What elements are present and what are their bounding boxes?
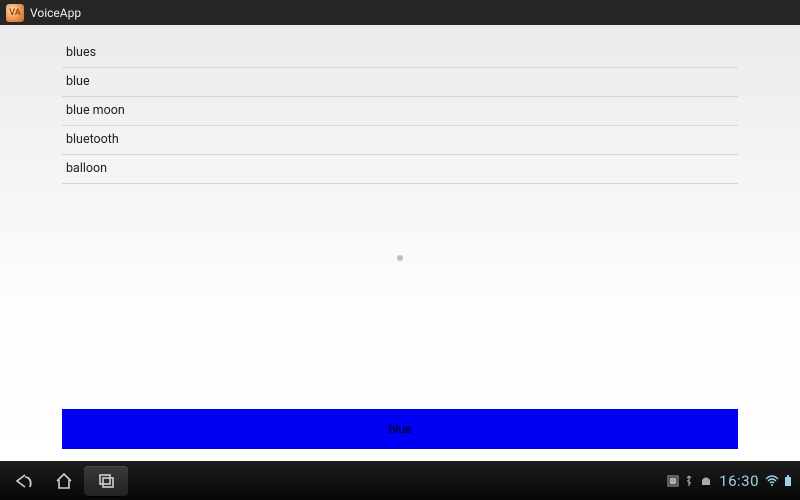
usb-icon — [684, 475, 694, 487]
list-item[interactable]: blue moon — [62, 97, 738, 126]
status-tray-right[interactable] — [765, 475, 792, 487]
results-list: blues blue blue moon bluetooth balloon — [62, 39, 738, 184]
home-button[interactable] — [44, 465, 84, 497]
action-bar: VA VoiceApp — [0, 0, 800, 25]
result-bar[interactable]: blue — [62, 409, 738, 449]
result-bar-label: blue — [389, 422, 412, 436]
back-button[interactable] — [4, 465, 44, 497]
home-icon — [55, 473, 73, 489]
recent-apps-button[interactable] — [84, 466, 128, 496]
list-item[interactable]: blue — [62, 68, 738, 97]
status-tray[interactable] — [667, 475, 713, 487]
list-item[interactable]: bluetooth — [62, 126, 738, 155]
screenshot-icon — [667, 475, 679, 487]
wifi-icon — [765, 475, 779, 487]
list-item[interactable]: balloon — [62, 155, 738, 184]
system-nav-bar: 16:30 — [0, 461, 800, 500]
status-clock[interactable]: 16:30 — [719, 472, 759, 490]
list-item[interactable]: blues — [62, 39, 738, 68]
recent-apps-icon — [97, 474, 115, 488]
app-icon: VA — [6, 4, 24, 22]
back-icon — [14, 473, 34, 489]
device-frame: VA VoiceApp blues blue blue moon bluetoo… — [0, 0, 800, 500]
page-indicator-dot — [397, 255, 403, 261]
android-icon — [699, 476, 713, 486]
app-title: VoiceApp — [30, 6, 81, 20]
battery-icon — [784, 475, 792, 487]
app-screen: VA VoiceApp blues blue blue moon bluetoo… — [0, 0, 800, 461]
